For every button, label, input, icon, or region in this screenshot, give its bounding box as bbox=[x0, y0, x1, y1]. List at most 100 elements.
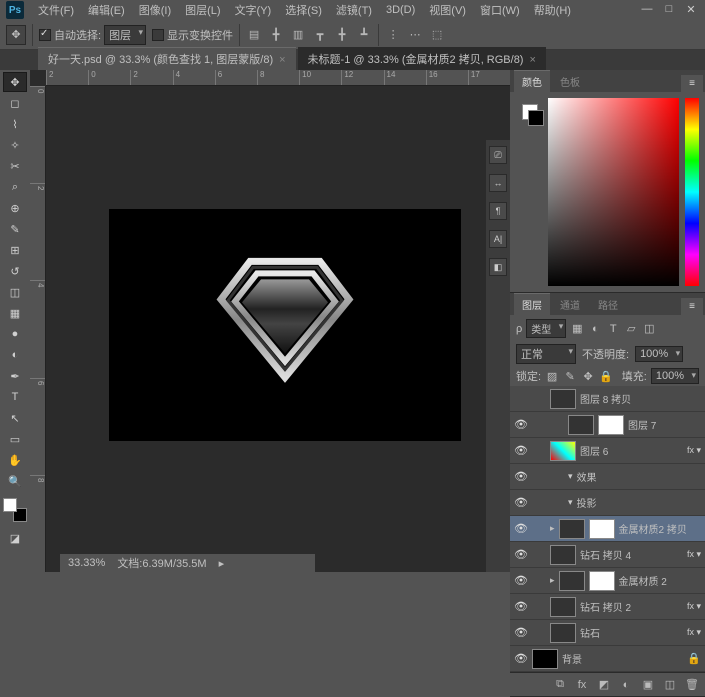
eyedropper-tool[interactable]: ⌕ bbox=[3, 177, 27, 197]
layer-row[interactable]: 👁 钻石 fx ▾ bbox=[510, 620, 705, 646]
layer-name[interactable]: 效果 bbox=[577, 469, 701, 484]
menu-image[interactable]: 图像(I) bbox=[133, 0, 177, 20]
visibility-icon[interactable]: 👁 bbox=[514, 574, 528, 587]
fg-bg-swatch[interactable] bbox=[522, 104, 544, 126]
filter-type-icon[interactable]: T bbox=[606, 322, 620, 336]
zoom-tool[interactable]: 🔍 bbox=[3, 471, 27, 491]
fx-badge[interactable]: fx ▾ bbox=[687, 627, 701, 638]
lock-pixels-icon[interactable]: ✎ bbox=[563, 369, 577, 383]
panel-menu-icon[interactable]: ≡ bbox=[681, 298, 703, 315]
visibility-icon[interactable]: 👁 bbox=[514, 496, 528, 509]
canvas[interactable]: 2024681012141617 02468 33.33% bbox=[30, 70, 510, 572]
filter-pixel-icon[interactable]: ▦ bbox=[570, 322, 584, 336]
zoom-level[interactable]: 33.33% bbox=[68, 557, 105, 569]
wand-tool[interactable]: ✧ bbox=[3, 135, 27, 155]
link-layers-icon[interactable]: ⧉ bbox=[553, 678, 567, 692]
paragraph-panel-icon[interactable]: ¶ bbox=[489, 202, 507, 220]
menu-help[interactable]: 帮助(H) bbox=[528, 0, 577, 20]
lock-position-icon[interactable]: ✥ bbox=[581, 369, 595, 383]
color-swatches[interactable] bbox=[3, 498, 27, 522]
hue-slider[interactable] bbox=[685, 98, 699, 286]
layer-name[interactable]: 钻石 拷贝 2 bbox=[580, 599, 683, 614]
layer-row[interactable]: 👁 图层 6 fx ▾ bbox=[510, 438, 705, 464]
history-panel-icon[interactable]: ⎚ bbox=[489, 146, 507, 164]
menu-filter[interactable]: 滤镜(T) bbox=[330, 0, 378, 20]
stamp-tool[interactable]: ⊞ bbox=[3, 240, 27, 260]
3d-mode-icon[interactable]: ⬚ bbox=[429, 27, 445, 43]
layer-name[interactable]: 钻石 拷贝 4 bbox=[580, 547, 683, 562]
adjustment-layer-icon[interactable]: ◐ bbox=[619, 678, 633, 692]
window-close-icon[interactable]: ✕ bbox=[683, 2, 699, 16]
layer-fx-icon[interactable]: fx bbox=[575, 678, 589, 692]
color-field[interactable] bbox=[548, 98, 679, 286]
menu-file[interactable]: 文件(F) bbox=[32, 0, 80, 20]
filter-type-dropdown[interactable]: 类型 bbox=[526, 319, 566, 338]
visibility-icon[interactable]: 👁 bbox=[514, 444, 528, 457]
layer-row[interactable]: 👁钻石 拷贝 2fx ▾ bbox=[510, 594, 705, 620]
lock-transparency-icon[interactable]: ▨ bbox=[545, 369, 559, 383]
shape-tool[interactable]: ▭ bbox=[3, 429, 27, 449]
tab-layers[interactable]: 图层 bbox=[514, 293, 550, 315]
healing-tool[interactable]: ⊕ bbox=[3, 198, 27, 218]
history-brush-tool[interactable]: ↺ bbox=[3, 261, 27, 281]
layer-name[interactable]: 投影 bbox=[577, 495, 701, 510]
align-center-v-icon[interactable]: ╋ bbox=[334, 27, 350, 43]
tab-paths[interactable]: 路径 bbox=[590, 294, 626, 315]
properties-panel-icon[interactable]: ↔ bbox=[489, 174, 507, 192]
visibility-icon[interactable]: 👁 bbox=[514, 522, 528, 535]
align-bottom-icon[interactable]: ┻ bbox=[356, 27, 372, 43]
visibility-icon[interactable]: 👁 bbox=[514, 418, 528, 431]
layer-row[interactable]: 👁▾效果 bbox=[510, 464, 705, 490]
menu-3d[interactable]: 3D(D) bbox=[380, 2, 421, 18]
character-panel-icon[interactable]: A| bbox=[489, 230, 507, 248]
visibility-icon[interactable]: 👁 bbox=[514, 470, 528, 483]
auto-select-dropdown[interactable]: 图层 bbox=[104, 25, 146, 45]
tab-channels[interactable]: 通道 bbox=[552, 294, 588, 315]
distribute-v-icon[interactable]: ⋯ bbox=[407, 27, 423, 43]
layer-row[interactable]: 👁背景🔒 bbox=[510, 646, 705, 672]
window-maximize-icon[interactable]: □ bbox=[661, 2, 677, 16]
visibility-icon[interactable]: 👁 bbox=[514, 626, 528, 639]
menu-layer[interactable]: 图层(L) bbox=[179, 0, 226, 20]
visibility-icon[interactable]: 👁 bbox=[514, 600, 528, 613]
visibility-icon[interactable]: 👁 bbox=[514, 652, 528, 665]
layer-name[interactable]: 钻石 bbox=[580, 625, 683, 640]
delete-layer-icon[interactable]: 🗑 bbox=[685, 678, 699, 692]
tab-swatches[interactable]: 色板 bbox=[552, 71, 588, 92]
fill-input[interactable]: 100% bbox=[651, 368, 699, 384]
close-icon[interactable]: × bbox=[279, 54, 285, 66]
panel-menu-icon[interactable]: ≡ bbox=[681, 75, 703, 92]
document-tab-2[interactable]: 未标题-1 @ 33.3% (金属材质2 拷贝, RGB/8)× bbox=[298, 47, 546, 70]
filter-adjust-icon[interactable]: ◐ bbox=[588, 322, 602, 336]
layer-mask-icon[interactable]: ◩ bbox=[597, 678, 611, 692]
layer-row[interactable]: 👁 图层 7 bbox=[510, 412, 705, 438]
eraser-tool[interactable]: ◫ bbox=[3, 282, 27, 302]
layer-row[interactable]: 图层 8 拷贝 bbox=[510, 386, 705, 412]
opacity-input[interactable]: 100% bbox=[635, 346, 683, 362]
auto-select-checkbox[interactable] bbox=[39, 29, 51, 41]
group-icon[interactable]: ▣ bbox=[641, 678, 655, 692]
layer-name[interactable]: 图层 6 bbox=[580, 443, 683, 458]
align-top-icon[interactable]: ┳ bbox=[312, 27, 328, 43]
layer-row[interactable]: 👁▾投影 bbox=[510, 490, 705, 516]
menu-edit[interactable]: 编辑(E) bbox=[82, 0, 131, 20]
align-left-icon[interactable]: ▤ bbox=[246, 27, 262, 43]
type-tool[interactable]: T bbox=[3, 387, 27, 407]
menu-view[interactable]: 视图(V) bbox=[423, 0, 472, 20]
navigator-panel-icon[interactable]: ◧ bbox=[489, 258, 507, 276]
document-tab-1[interactable]: 好一天.psd @ 33.3% (颜色查找 1, 图层蒙版/8)× bbox=[38, 47, 296, 70]
blend-mode-dropdown[interactable]: 正常 bbox=[516, 344, 576, 364]
visibility-icon[interactable]: 👁 bbox=[514, 548, 528, 561]
fx-badge[interactable]: fx ▾ bbox=[687, 445, 701, 456]
layer-name[interactable]: 金属材质2 拷贝 bbox=[619, 521, 701, 536]
hand-tool[interactable]: ✋ bbox=[3, 450, 27, 470]
align-right-icon[interactable]: ▥ bbox=[290, 27, 306, 43]
layer-name[interactable]: 图层 7 bbox=[628, 417, 701, 432]
window-minimize-icon[interactable]: — bbox=[639, 2, 655, 16]
layer-name[interactable]: 背景 bbox=[562, 651, 683, 666]
show-transform-checkbox[interactable] bbox=[152, 29, 164, 41]
filter-shape-icon[interactable]: ▱ bbox=[624, 322, 638, 336]
menu-type[interactable]: 文字(Y) bbox=[229, 0, 278, 20]
lasso-tool[interactable]: ⌇ bbox=[3, 114, 27, 134]
marquee-tool[interactable]: ◻ bbox=[3, 93, 27, 113]
